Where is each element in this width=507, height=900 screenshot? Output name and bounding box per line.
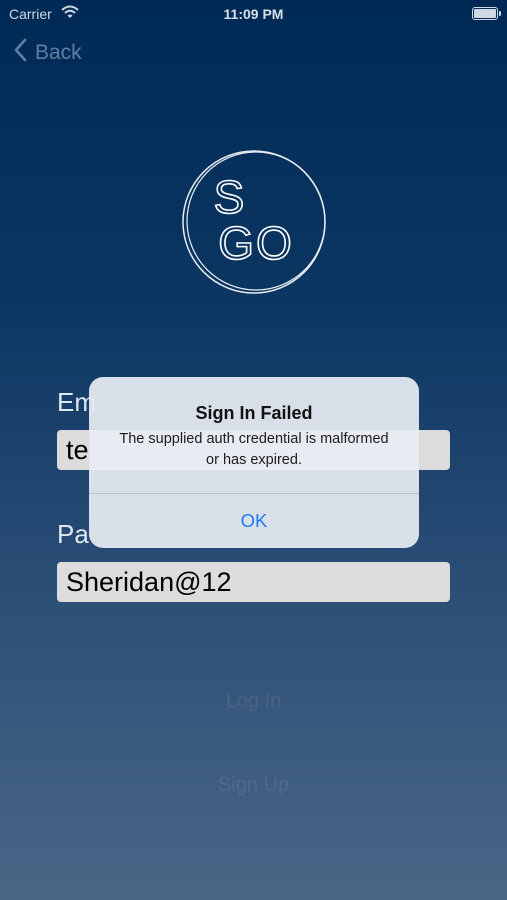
app-logo: S GO <box>182 150 326 294</box>
logo-text-go: GO <box>218 217 294 269</box>
signup-button[interactable]: Sign Up <box>0 774 507 797</box>
alert-message: The supplied auth credential is malforme… <box>119 431 389 468</box>
back-label: Back <box>35 41 82 64</box>
password-label: Pa <box>57 519 89 549</box>
status-bar: Carrier 11:09 PM <box>0 0 507 28</box>
back-button[interactable]: Back <box>14 38 82 68</box>
password-field[interactable]: Sheridan@12 <box>57 562 450 602</box>
login-button[interactable]: Log In <box>0 690 507 713</box>
logo-text-s: S <box>214 171 245 223</box>
sign-in-failed-alert: Sign In Failed The supplied auth credent… <box>89 377 419 548</box>
alert-ok-button[interactable]: OK <box>89 494 419 548</box>
chevron-left-icon <box>14 38 27 68</box>
status-time: 11:09 PM <box>223 6 284 22</box>
alert-title: Sign In Failed <box>195 403 313 423</box>
battery-icon <box>472 7 501 20</box>
